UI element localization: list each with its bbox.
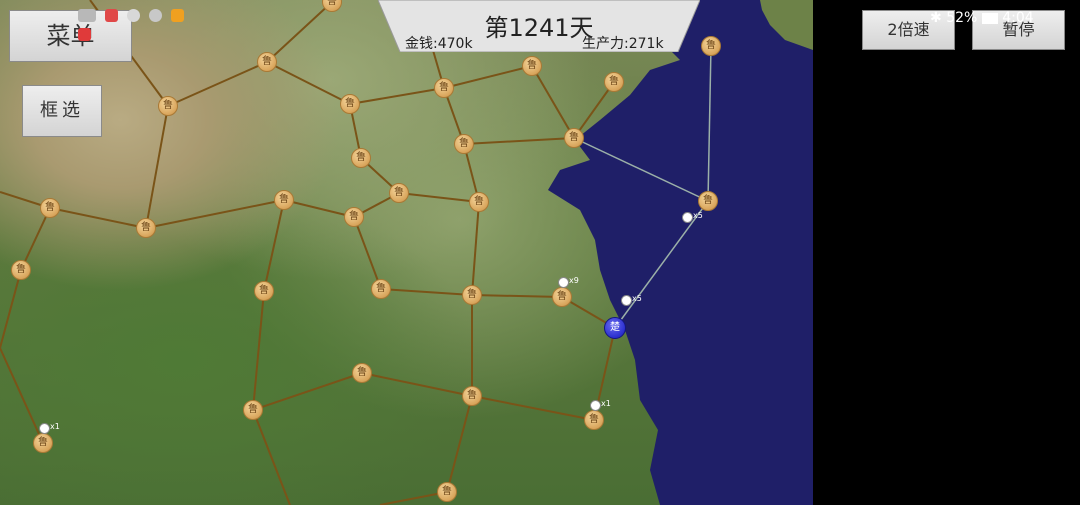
app-icon [105, 9, 119, 22]
city-node[interactable]: 鲁 [243, 400, 263, 420]
status-bar: ✱ 52% 4:04 [0, 0, 1080, 41]
city-node[interactable]: 鲁 [701, 36, 721, 56]
city-node[interactable]: 鲁 [352, 363, 372, 383]
city-node[interactable]: 鲁 [274, 190, 294, 210]
city-node[interactable]: 鲁 [462, 285, 482, 305]
notification-bell-icon [127, 9, 141, 22]
city-node[interactable]: 鲁 [340, 94, 360, 114]
city-node[interactable]: 鲁 [604, 72, 624, 92]
army-count: x1 [601, 399, 611, 408]
city-node[interactable]: 鲁 [40, 198, 60, 218]
city-node[interactable]: 鲁 [254, 281, 274, 301]
production-readout: 生产力:271k [582, 36, 664, 52]
status-right: ✱ 52% 4:04 [930, 10, 1034, 26]
city-node[interactable]: 鲁 [437, 482, 457, 502]
city-node[interactable]: 鲁 [522, 56, 542, 76]
bluetooth-icon: ✱ [930, 10, 942, 26]
box-select-button[interactable]: 框选 [22, 85, 102, 137]
city-node[interactable]: 鲁 [434, 78, 454, 98]
army-marker[interactable] [682, 212, 693, 223]
city-node[interactable]: 鲁 [344, 207, 364, 227]
player-city-node[interactable]: 楚 [604, 317, 626, 339]
army-marker[interactable] [558, 277, 569, 288]
army-marker[interactable] [590, 400, 601, 411]
army-count: x1 [50, 422, 60, 431]
city-node[interactable]: 鲁 [33, 433, 53, 453]
army-marker[interactable] [621, 295, 632, 306]
game-map[interactable]: 鲁 鲁 鲁 鲁 鲁 鲁 鲁 鲁 鲁 鲁 鲁 鲁 鲁 鲁 鲁 鲁 鲁 鲁 鲁 鲁 … [0, 0, 813, 505]
city-node[interactable]: 鲁 [371, 279, 391, 299]
app-icon [171, 9, 185, 22]
city-node[interactable]: 鲁 [158, 96, 178, 116]
road-network [0, 0, 712, 505]
city-node[interactable]: 鲁 [389, 183, 409, 203]
army-count: x5 [693, 211, 703, 220]
city-node[interactable]: 鲁 [136, 218, 156, 238]
army-count: x9 [569, 276, 579, 285]
city-node[interactable]: 鲁 [257, 52, 277, 72]
sync-icon [149, 9, 163, 22]
city-node[interactable]: 鲁 [11, 260, 31, 280]
city-node[interactable]: 鲁 [351, 148, 371, 168]
money-readout: 金钱:470k [405, 36, 473, 52]
app-icon [78, 28, 91, 41]
battery-percent: 52% [946, 10, 978, 26]
city-node[interactable]: 鲁 [462, 386, 482, 406]
city-node[interactable]: 鲁 [564, 128, 584, 148]
battery-icon [981, 12, 998, 24]
clock: 4:04 [1002, 10, 1034, 26]
army-marker[interactable] [39, 423, 50, 434]
city-node[interactable]: 鲁 [469, 192, 489, 212]
status-notification-icons [78, 9, 206, 41]
city-node[interactable]: 鲁 [552, 287, 572, 307]
city-node[interactable]: 鲁 [584, 410, 604, 430]
city-node[interactable]: 鲁 [698, 191, 718, 211]
signal-icon [78, 9, 96, 22]
army-count: x5 [632, 294, 642, 303]
city-node[interactable]: 鲁 [454, 134, 474, 154]
